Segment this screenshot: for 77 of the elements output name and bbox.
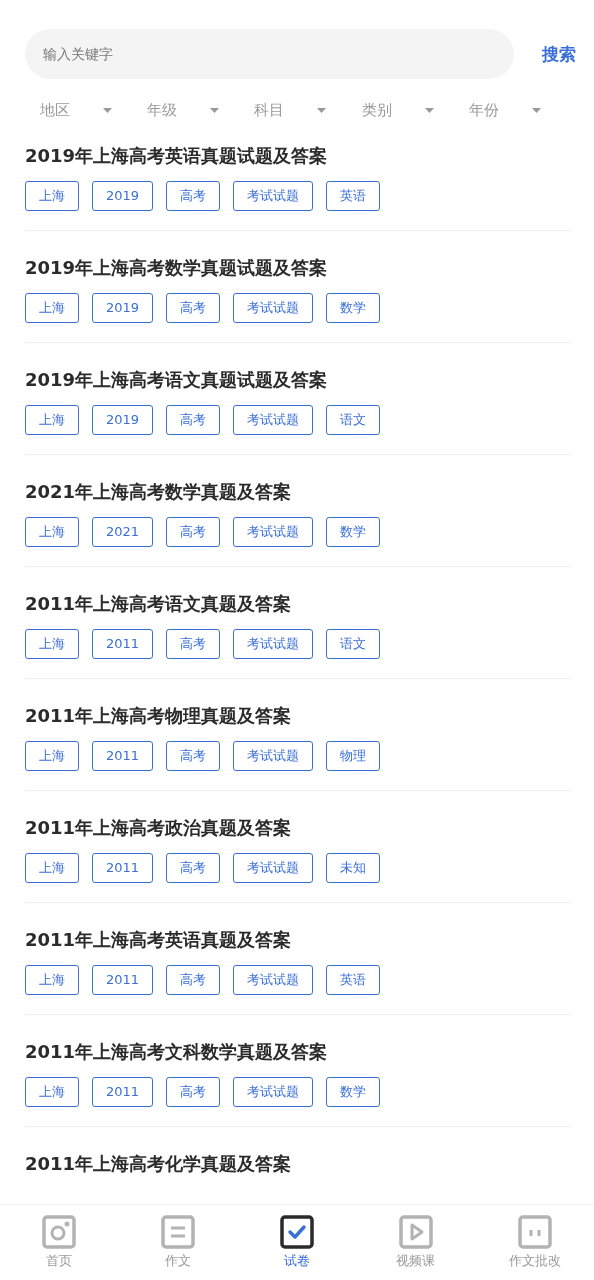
tag: 考试试题 — [233, 181, 314, 211]
paper-title[interactable]: 2019年上海高考语文真题试题及答案 — [25, 368, 570, 392]
tag: 上海 — [25, 741, 79, 771]
search-field[interactable]: 输入关键字 — [25, 29, 514, 79]
document-icon — [161, 1215, 196, 1249]
nav-tab[interactable]: 试卷 — [237, 1205, 357, 1280]
filter-dropdown[interactable]: 科目 — [254, 101, 362, 120]
paper-title[interactable]: 2019年上海高考数学真题试题及答案 — [25, 256, 570, 280]
tag: 2011 — [92, 1077, 154, 1107]
tag: 考试试题 — [233, 293, 314, 323]
tag: 考试试题 — [233, 1077, 314, 1107]
caret-icon — [210, 108, 220, 113]
tag: 上海 — [25, 629, 79, 659]
search-button[interactable]: 搜索 — [542, 42, 576, 66]
paper-title[interactable]: 2011年上海高考文科数学真题及答案 — [25, 1040, 570, 1064]
tag: 物理 — [326, 741, 381, 771]
tag: 数学 — [326, 293, 381, 323]
tag: 高考 — [166, 1077, 221, 1107]
filter-dropdown[interactable]: 类别 — [361, 101, 469, 120]
tag: 高考 — [166, 517, 221, 547]
tag: 高考 — [166, 405, 221, 435]
tag: 考试试题 — [233, 853, 314, 883]
caret-icon — [103, 108, 112, 113]
nav-tab[interactable]: 视频课 — [356, 1205, 476, 1280]
tag: 考试试题 — [233, 965, 314, 995]
paper-title[interactable]: 2011年上海高考英语真题及答案 — [25, 928, 570, 952]
tag: 高考 — [166, 965, 221, 995]
tag: 未知 — [326, 853, 381, 883]
tag: 上海 — [25, 181, 79, 211]
nav-tab[interactable]: 首页 — [0, 1205, 119, 1280]
tag: 2019 — [92, 405, 154, 435]
paper-title[interactable]: 2011年上海高考物理真题及答案 — [25, 704, 570, 728]
checkbox-icon — [280, 1215, 314, 1249]
tag: 语文 — [326, 629, 381, 659]
tag: 上海 — [25, 405, 79, 435]
tag: 考试试题 — [233, 405, 314, 435]
tag: 英语 — [326, 965, 381, 995]
tag: 语文 — [326, 405, 381, 435]
tag: 2021 — [92, 517, 154, 547]
tag: 上海 — [25, 853, 79, 883]
tag: 高考 — [166, 181, 221, 211]
square-icon — [517, 1215, 552, 1249]
tag: 数学 — [326, 1077, 381, 1107]
tag: 上海 — [25, 293, 79, 323]
tag: 英语 — [326, 181, 381, 211]
tag: 上海 — [25, 965, 79, 995]
tag: 2019 — [92, 293, 154, 323]
tag: 高考 — [166, 293, 221, 323]
tag: 高考 — [166, 741, 221, 771]
tag: 2011 — [92, 629, 154, 659]
caret-icon — [531, 108, 541, 113]
nav-tab[interactable]: 作文 — [118, 1205, 238, 1280]
tag: 考试试题 — [233, 629, 314, 659]
camera-icon — [42, 1215, 77, 1249]
tag: 高考 — [166, 629, 221, 659]
filter-dropdown[interactable]: 年份 — [468, 101, 576, 120]
filter-dropdown[interactable]: 地区 — [40, 101, 148, 120]
paper-title[interactable]: 2021年上海高考数学真题及答案 — [25, 480, 570, 504]
tag: 高考 — [166, 853, 221, 883]
tag: 2011 — [92, 965, 154, 995]
tag: 数学 — [326, 517, 381, 547]
caret-icon — [317, 108, 327, 113]
tag: 2019 — [92, 181, 154, 211]
tag: 上海 — [25, 1077, 79, 1107]
play-icon — [398, 1215, 433, 1249]
paper-title[interactable]: 2011年上海高考语文真题及答案 — [25, 592, 570, 616]
tag: 2011 — [92, 853, 154, 883]
paper-title[interactable]: 2019年上海高考英语真题试题及答案 — [25, 144, 570, 168]
nav-tab[interactable]: 作文批改 — [475, 1205, 594, 1280]
filter-dropdown[interactable]: 年级 — [147, 101, 255, 120]
paper-title[interactable]: 2011年上海高考政治真题及答案 — [25, 816, 570, 840]
tag: 考试试题 — [233, 517, 314, 547]
tag: 上海 — [25, 517, 79, 547]
tag: 考试试题 — [233, 741, 314, 771]
caret-icon — [424, 108, 434, 113]
tag: 2011 — [92, 741, 154, 771]
paper-title[interactable]: 2011年上海高考化学真题及答案 — [25, 1152, 570, 1176]
